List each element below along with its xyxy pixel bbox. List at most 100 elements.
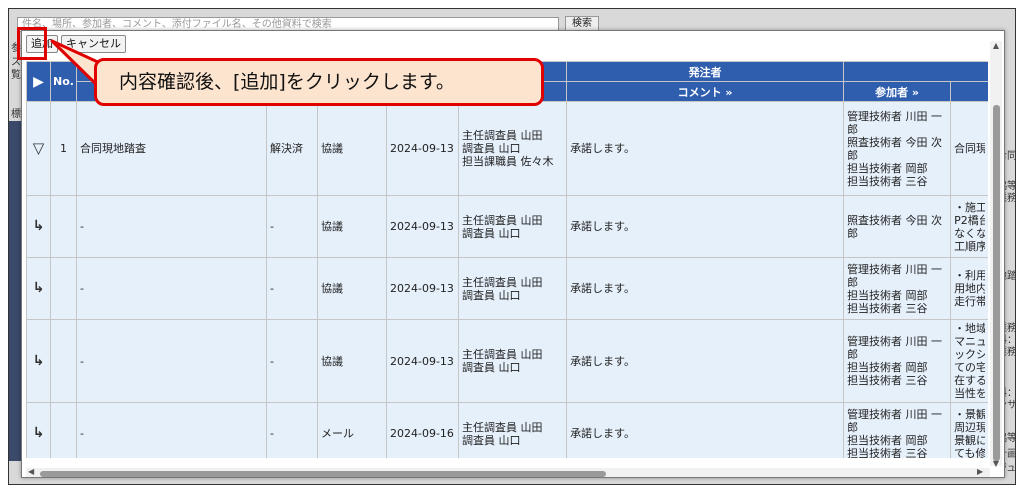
child-row-arrow-icon: ↳ — [32, 425, 45, 441]
cell-toggle: ▽ — [26, 101, 51, 196]
vertical-scroll-thumb[interactable] — [993, 105, 1000, 461]
cell-detail: 合同現 — [950, 101, 988, 196]
cell-subject: - — [76, 319, 267, 403]
expand-toggle-icon[interactable]: ▽ — [33, 139, 45, 157]
cell-line: 郎 — [847, 348, 859, 361]
cell-type: 協議 — [317, 195, 387, 258]
double-chevron-right-icon: » — [911, 85, 920, 99]
cell-line: 調査員 山口 — [462, 288, 521, 302]
cell-no — [50, 319, 77, 403]
cell-comment: 承諾します。 — [566, 195, 845, 258]
cell-line: 郎 — [847, 226, 859, 240]
cell-line: ・利用 — [954, 269, 986, 282]
cell-status: - — [266, 402, 318, 458]
cell-line: 郎 — [847, 420, 859, 434]
cell-line: 担当技術者 岡部 — [847, 288, 928, 302]
cell-line: 管理技術者 川田 一 — [847, 407, 943, 421]
cell-line: 調査員 山口 — [462, 142, 521, 155]
header-participants-label: 参加者 — [875, 85, 909, 99]
background-side-fragment: 標 — [11, 109, 21, 120]
cancel-button[interactable]: キャンセル — [61, 35, 126, 53]
cell-date: 2024-09-13 — [386, 195, 459, 258]
background-side-fragment: 参 — [11, 43, 21, 54]
cell-line: 担当技術者 岡部 — [847, 433, 928, 447]
cell-type: 協議 — [317, 319, 387, 403]
table-row[interactable]: ↳ - - 協議 2024-09-13 主任調査員 山田 調査員 山口 承諾します。 管理技術者… — [26, 319, 988, 403]
cell-subject: - — [76, 402, 267, 458]
cell-no — [50, 195, 77, 258]
header-client: 発注者 — [566, 61, 845, 82]
cell-line: 担当技術者 岡部 — [847, 361, 928, 374]
cell-line: 主任調査員 山田 — [462, 213, 543, 227]
horizontal-scroll-thumb[interactable] — [40, 471, 606, 477]
cell-line: 担当技術者 岡部 — [847, 161, 928, 175]
cell-date: 2024-09-13 — [386, 101, 459, 196]
header-comment-label: コメント — [677, 85, 722, 99]
cell-line: マニュア — [954, 335, 985, 348]
cell-client-attendees: 主任調査員 山田 調査員 山口 — [457, 257, 568, 320]
cell-line: ・景観 — [954, 407, 986, 421]
cell-detail: ・地域マニュアックシての宅在する当性を — [950, 319, 988, 403]
cell-client-attendees: 主任調査員 山田 調査員 山口 — [457, 402, 568, 458]
add-button[interactable]: 追加 — [26, 35, 58, 53]
cell-toggle: ↳ — [26, 195, 51, 258]
cell-line: 担当課職員 佐々木 — [462, 155, 554, 168]
child-row-arrow-icon: ↳ — [32, 352, 45, 369]
cell-participants: 管理技術者 川田 一郎担当技術者 岡部 担当技術者 三谷 — [843, 319, 952, 403]
cell-line: 担当技術者 三谷 — [847, 174, 928, 188]
cell-toggle: ↳ — [26, 319, 51, 403]
cell-subject: - — [76, 257, 267, 320]
cell-date: 2024-09-13 — [386, 319, 459, 403]
cell-comment: 承諾します。 — [566, 257, 845, 320]
record-table: ▶ No. 発注者 コメント » 参加者 » ▽ 1 合同現地踏査 解決済 協議 2024… — [26, 61, 988, 458]
header-participants[interactable]: 参加者 » — [843, 81, 952, 102]
child-row-arrow-icon: ↳ — [32, 218, 45, 234]
scroll-right-arrow-icon[interactable]: ▶ — [977, 467, 983, 476]
cell-line: 管理技術者 川田 一 — [847, 335, 943, 348]
cell-line: ・施工 — [954, 200, 986, 214]
cell-line: 調査員 山口 — [462, 361, 521, 374]
child-row-arrow-icon: ↳ — [32, 280, 45, 296]
header-comment[interactable]: コメント » — [566, 81, 845, 102]
cell-line: ・地域 — [954, 322, 986, 335]
cell-detail: ・利用 用地内 走行帯 — [950, 257, 988, 320]
cell-line: 郎 — [847, 275, 859, 289]
cell-client-attendees: 主任調査員 山田 調査員 山口 担当課職員 佐々木 — [457, 101, 568, 196]
table-row[interactable]: ▽ 1 合同現地踏査 解決済 協議 2024-09-13 主任調査員 山田 調査員 山口 担当課… — [26, 101, 988, 196]
scroll-up-arrow-icon[interactable]: ▲ — [990, 41, 1002, 50]
scroll-left-arrow-icon[interactable]: ◀ — [28, 467, 34, 476]
cell-subject: - — [76, 195, 267, 258]
table-row[interactable]: ↳ - - メール 2024-09-16 主任調査員 山田 調査員 山口 承諾します。 管理技術… — [26, 402, 988, 458]
cell-line: 当性を — [954, 387, 986, 400]
cell-line: 周辺現 — [954, 420, 986, 434]
cell-subject: 合同現地踏査 — [76, 101, 267, 196]
cell-comment: 承諾します。 — [566, 319, 845, 403]
cell-type: 協議 — [317, 101, 387, 196]
cell-line: 走行帯 — [954, 295, 986, 308]
cell-toggle: ↳ — [26, 402, 51, 458]
cell-detail: ・施工P2橋台なくな工順序 — [950, 195, 988, 258]
cell-detail: ・景観 周辺現 景観に ても修 — [950, 402, 988, 458]
scroll-down-arrow-icon[interactable]: ▼ — [990, 459, 1002, 468]
table-row[interactable]: ↳ - - 協議 2024-09-13 主任調査員 山田 調査員 山口 承諾します。 照査技術者… — [26, 195, 988, 258]
cell-no — [50, 402, 77, 458]
play-triangle-icon: ▶ — [33, 73, 44, 90]
expand-all-header[interactable]: ▶ — [26, 61, 51, 102]
cell-line: 合同現 — [954, 142, 986, 155]
cell-participants: 管理技術者 川田 一郎照査技術者 今田 次郎担当技術者 岡部 担当技術者 三谷 — [843, 101, 952, 196]
record-table-container: ▶ No. 発注者 コメント » 参加者 » ▽ 1 合同現地踏査 解決済 協議 2024… — [26, 61, 988, 458]
cell-line: P2橋台 — [954, 213, 985, 227]
cell-line: 照査技術者 今田 次 — [847, 135, 943, 149]
cell-line: 工順序 — [954, 239, 986, 253]
cell-line: 担当技術者 三谷 — [847, 374, 928, 387]
double-chevron-right-icon: » — [725, 85, 733, 99]
cell-line: 主任調査員 山田 — [462, 420, 543, 434]
cell-line: ックシ — [954, 348, 986, 361]
table-row[interactable]: ↳ - - 協議 2024-09-13 主任調査員 山田 調査員 山口 承諾します。 管理技術者… — [26, 257, 988, 320]
instruction-callout: 内容確認後、[追加]をクリックします。 — [94, 58, 544, 106]
cell-client-attendees: 主任調査員 山田 調査員 山口 — [457, 195, 568, 258]
cell-date: 2024-09-16 — [386, 402, 459, 458]
header-right-group — [843, 61, 988, 82]
cell-no: 1 — [50, 101, 77, 196]
cell-participants: 管理技術者 川田 一郎担当技術者 岡部 担当技術者 三谷 — [843, 402, 952, 458]
